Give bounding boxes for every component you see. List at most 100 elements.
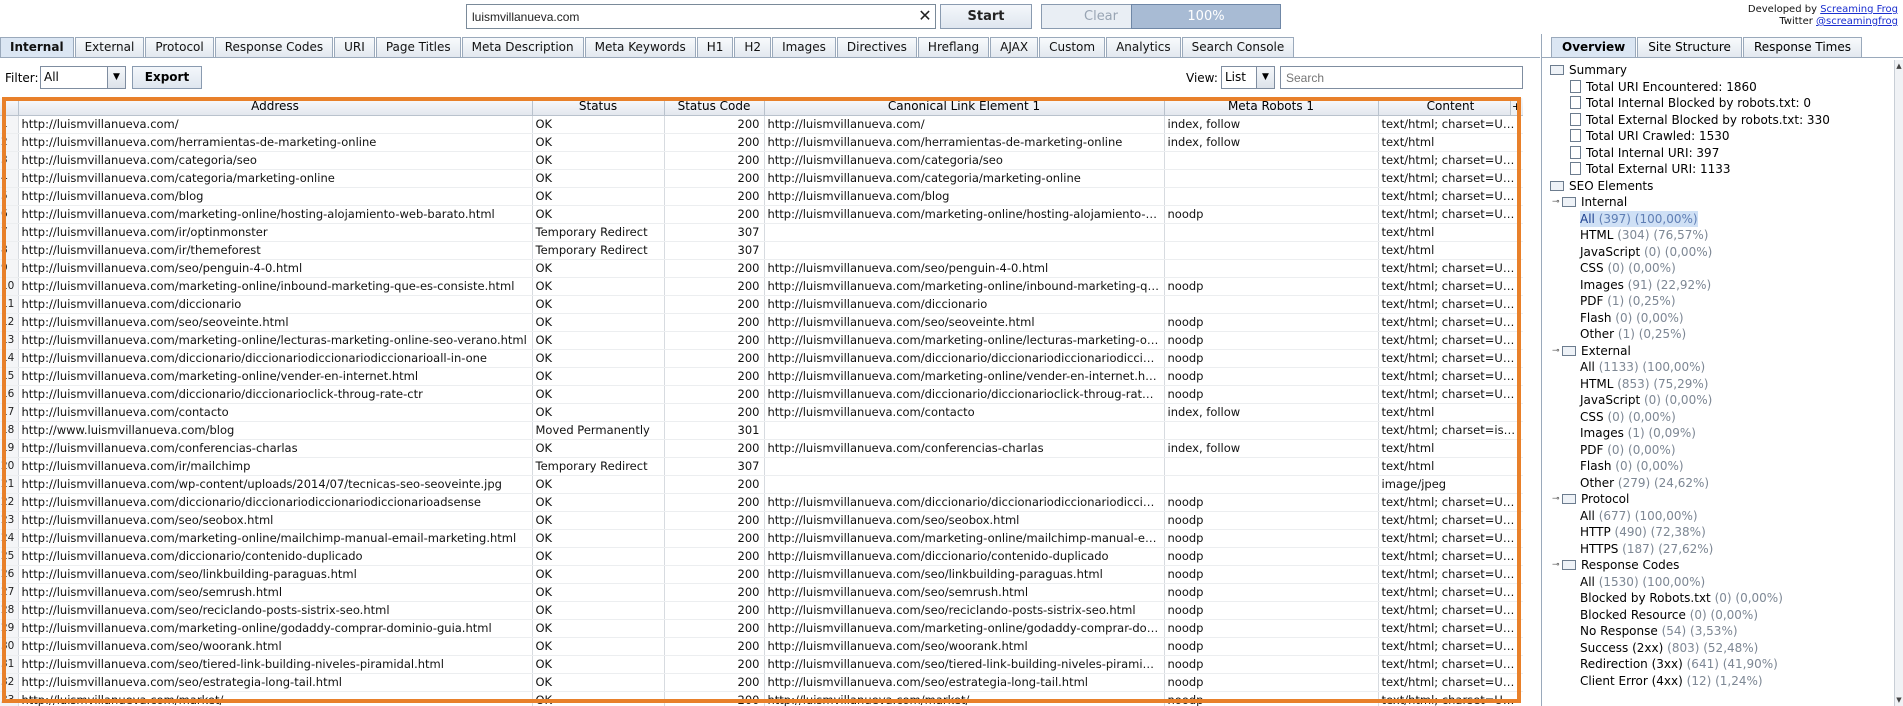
table-row[interactable]: 1 http://luismvillanueva.com/OK 200 http://… bbox=[0, 115, 1523, 134]
tab-custom[interactable]: Custom bbox=[1039, 37, 1106, 57]
tab-response-codes[interactable]: Response Codes bbox=[214, 37, 334, 57]
tree-item[interactable]: All (677) (100,00%) bbox=[1580, 508, 1698, 524]
table-row[interactable]: 31 http://luismvillanueva.com/seo/tiered-… bbox=[0, 655, 1523, 674]
tree-item[interactable]: Blocked by Robots.txt (0) (0,00%) bbox=[1580, 590, 1783, 606]
developer-link[interactable]: Screaming Frog bbox=[1820, 4, 1898, 15]
tree-item[interactable]: Flash (0) (0,00%) bbox=[1580, 458, 1684, 474]
tree-item[interactable]: All (397) (100,00%) bbox=[1580, 211, 1698, 227]
tree-summary-item[interactable]: Total External URI: 1133 bbox=[1570, 161, 1731, 177]
tree-item[interactable]: HTML (304) (76,57%) bbox=[1580, 227, 1708, 243]
tab-h2[interactable]: H2 bbox=[734, 37, 772, 57]
table-row[interactable]: 19 http://luismvillanueva.com/conferencia… bbox=[0, 439, 1523, 458]
tree-item[interactable]: HTTP (490) (72,38%) bbox=[1580, 524, 1706, 540]
tab-internal[interactable]: Internal bbox=[0, 37, 74, 57]
table-row[interactable]: 3 http://luismvillanueva.com/categoria/se… bbox=[0, 151, 1523, 170]
table-row[interactable]: 26 http://luismvillanueva.com/seo/linkbui… bbox=[0, 565, 1523, 584]
tab-external[interactable]: External bbox=[74, 37, 145, 57]
table-row[interactable]: 4 http://luismvillanueva.com/categoria/ma… bbox=[0, 169, 1523, 188]
expander-icon[interactable]: ⊸ bbox=[1552, 560, 1560, 570]
tree-summary-item[interactable]: Total Internal URI: 397 bbox=[1570, 145, 1719, 161]
tree-item[interactable]: Success (2xx) (803) (52,48%) bbox=[1580, 640, 1758, 656]
scroll-up-icon[interactable]: ▲ bbox=[1894, 62, 1903, 70]
tree-group-external[interactable]: External bbox=[1562, 343, 1631, 359]
tab-hreflang[interactable]: Hreflang bbox=[917, 37, 990, 57]
tree-item[interactable]: CSS (0) (0,00%) bbox=[1580, 409, 1676, 425]
tree-item[interactable]: Flash (0) (0,00%) bbox=[1580, 310, 1684, 326]
tab-analytics[interactable]: Analytics bbox=[1106, 37, 1181, 57]
tab-meta-description[interactable]: Meta Description bbox=[461, 37, 584, 57]
tree-item[interactable]: All (1530) (100,00%) bbox=[1580, 574, 1705, 590]
search-input[interactable] bbox=[1280, 66, 1523, 89]
table-row[interactable]: 22 http://luismvillanueva.com/diccionario… bbox=[0, 493, 1523, 512]
column-header[interactable] bbox=[0, 98, 19, 116]
column-header[interactable]: Canonical Link Element 1 bbox=[764, 98, 1165, 116]
tree-item[interactable]: HTTPS (187) (27,62%) bbox=[1580, 541, 1713, 557]
column-header[interactable]: Status bbox=[532, 98, 665, 116]
tab-ajax[interactable]: AJAX bbox=[990, 37, 1039, 57]
url-input[interactable] bbox=[466, 4, 936, 29]
column-header[interactable]: Status Code bbox=[664, 98, 765, 116]
tree-group-internal[interactable]: Internal bbox=[1562, 194, 1627, 210]
table-row[interactable]: 5 http://luismvillanueva.com/blog OK 200 htt… bbox=[0, 187, 1523, 206]
scroll-down-icon[interactable]: ▼ bbox=[1894, 696, 1903, 704]
tree-seo-elements[interactable]: SEO Elements bbox=[1550, 178, 1653, 194]
tree-group-response-codes[interactable]: Response Codes bbox=[1562, 557, 1679, 573]
tab-page-titles[interactable]: Page Titles bbox=[375, 37, 461, 57]
table-row[interactable]: 17 http://luismvillanueva.com/contacto OK 2… bbox=[0, 403, 1523, 422]
column-header[interactable]: Content bbox=[1378, 98, 1523, 116]
table-row[interactable]: 2 http://luismvillanueva.com/herramientas… bbox=[0, 133, 1523, 152]
table-row[interactable]: 6 http://luismvillanueva.com/marketing-on… bbox=[0, 205, 1523, 224]
tree-item[interactable]: Other (1) (0,25%) bbox=[1580, 326, 1686, 342]
table-row[interactable]: 20 http://luismvillanueva.com/ir/mailchim… bbox=[0, 457, 1523, 476]
table-row[interactable]: 21 http://luismvillanueva.com/wp-content/… bbox=[0, 475, 1523, 494]
expander-icon[interactable]: ⊸ bbox=[1552, 494, 1560, 504]
tree-item[interactable]: JavaScript (0) (0,00%) bbox=[1580, 392, 1712, 408]
tree-item[interactable]: HTML (853) (75,29%) bbox=[1580, 376, 1708, 392]
table-row[interactable]: 11 http://luismvillanueva.com/diccionario… bbox=[0, 295, 1523, 314]
vertical-scrollbar[interactable] bbox=[1894, 60, 1903, 706]
tree-item[interactable]: Blocked Resource (0) (0,00%) bbox=[1580, 607, 1758, 623]
table-row[interactable]: 10 http://luismvillanueva.com/marketing-o… bbox=[0, 277, 1523, 296]
table-row[interactable]: 32 http://luismvillanueva.com/seo/estrate… bbox=[0, 673, 1523, 692]
tree-item[interactable]: All (1133) (100,00%) bbox=[1580, 359, 1705, 375]
tree-item[interactable]: No Response (54) (3,53%) bbox=[1580, 623, 1738, 639]
tree-summary[interactable]: Summary bbox=[1550, 62, 1627, 78]
tab-protocol[interactable]: Protocol bbox=[145, 37, 214, 57]
table-row[interactable]: 33 http://luismvillanueva.com/market/OK 20… bbox=[0, 691, 1523, 706]
table-row[interactable]: 27 http://luismvillanueva.com/seo/semrush… bbox=[0, 583, 1523, 602]
start-button[interactable]: Start bbox=[940, 4, 1032, 29]
chevron-down-icon[interactable]: ▼ bbox=[107, 67, 125, 88]
column-header[interactable]: Meta Robots 1 bbox=[1164, 98, 1379, 116]
table-row[interactable]: 30 http://luismvillanueva.com/seo/woorank… bbox=[0, 637, 1523, 656]
table-row[interactable]: 18 http://www.luismvillanueva.com/blog Mov… bbox=[0, 421, 1523, 440]
tab-images[interactable]: Images bbox=[772, 37, 836, 57]
table-row[interactable]: 28 http://luismvillanueva.com/seo/recicla… bbox=[0, 601, 1523, 620]
column-header[interactable]: Address bbox=[18, 98, 533, 116]
tree-summary-item[interactable]: Total URI Crawled: 1530 bbox=[1570, 128, 1730, 144]
tab-search-console[interactable]: Search Console bbox=[1181, 37, 1295, 57]
table-row[interactable]: 8 http://luismvillanueva.com/ir/themefore… bbox=[0, 241, 1523, 260]
tree-item[interactable]: Redirection (3xx) (641) (41,90%) bbox=[1580, 656, 1778, 672]
tree-summary-item[interactable]: Total External Blocked by robots.txt: 33… bbox=[1570, 112, 1830, 128]
right-tab-site-structure[interactable]: Site Structure bbox=[1637, 37, 1742, 57]
tree-item[interactable]: JavaScript (0) (0,00%) bbox=[1580, 244, 1712, 260]
add-column-icon[interactable]: + bbox=[1510, 98, 1522, 115]
tree-summary-item[interactable]: Total Internal Blocked by robots.txt: 0 bbox=[1570, 95, 1811, 111]
expander-icon[interactable]: ⊸ bbox=[1552, 346, 1560, 356]
clear-url-icon[interactable]: ✕ bbox=[916, 6, 934, 26]
right-tab-overview[interactable]: Overview bbox=[1551, 37, 1637, 57]
tab-meta-keywords[interactable]: Meta Keywords bbox=[584, 37, 696, 57]
export-button[interactable]: Export bbox=[132, 66, 202, 89]
table-row[interactable]: 16 http://luismvillanueva.com/diccionario… bbox=[0, 385, 1523, 404]
table-row[interactable]: 23 http://luismvillanueva.com/seo/seobox.… bbox=[0, 511, 1523, 530]
tree-group-protocol[interactable]: Protocol bbox=[1562, 491, 1629, 507]
tree-item[interactable]: Client Error (4xx) (12) (1,24%) bbox=[1580, 673, 1763, 689]
table-row[interactable]: 9 http://luismvillanueva.com/seo/penguin-… bbox=[0, 259, 1523, 278]
table-row[interactable]: 24 http://luismvillanueva.com/marketing-o… bbox=[0, 529, 1523, 548]
tree-summary-item[interactable]: Total URI Encountered: 1860 bbox=[1570, 79, 1757, 95]
table-row[interactable]: 15 http://luismvillanueva.com/marketing-o… bbox=[0, 367, 1523, 386]
table-row[interactable]: 14 http://luismvillanueva.com/diccionario… bbox=[0, 349, 1523, 368]
chevron-down-icon[interactable]: ▼ bbox=[1256, 67, 1274, 88]
tree-item[interactable]: Images (1) (0,09%) bbox=[1580, 425, 1696, 441]
tree-item[interactable]: Images (91) (22,92%) bbox=[1580, 277, 1711, 293]
